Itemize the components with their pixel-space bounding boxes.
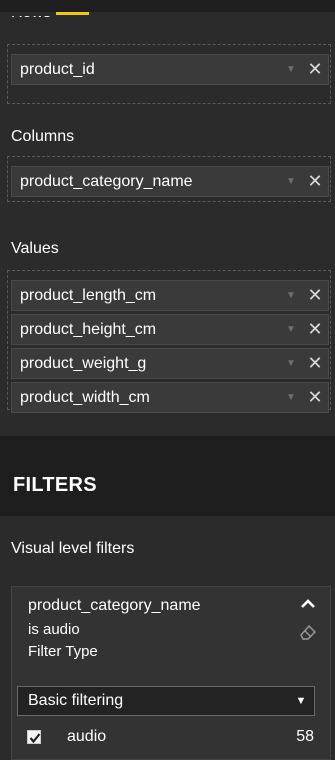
close-icon[interactable]: ✕: [302, 59, 328, 80]
filters-header: FILTERS: [0, 436, 335, 516]
filter-type-select[interactable]: Basic filtering ▼: [17, 686, 315, 716]
columns-field-product-category-name[interactable]: product_category_name ▼ ✕: [11, 166, 329, 197]
filter-field-name: product_category_name: [28, 597, 201, 614]
chevron-down-icon[interactable]: ▼: [280, 64, 302, 75]
chevron-up-icon[interactable]: [300, 597, 316, 611]
close-icon[interactable]: ✕: [302, 387, 328, 408]
close-icon[interactable]: ✕: [302, 319, 328, 340]
values-field-product-width-cm[interactable]: product_width_cm ▼ ✕: [11, 382, 329, 413]
option-count: 58: [296, 728, 314, 745]
values-field-product-weight-g[interactable]: product_weight_g ▼ ✕: [11, 348, 329, 379]
field-name: product_weight_g: [20, 354, 147, 372]
checkbox[interactable]: [27, 730, 41, 744]
filter-summary: is audio: [28, 621, 80, 638]
chevron-down-icon[interactable]: ▼: [280, 176, 302, 187]
values-field-product-length-cm[interactable]: product_length_cm ▼ ✕: [11, 280, 329, 311]
columns-section-label: Columns: [11, 128, 75, 145]
field-name: product_height_cm: [20, 320, 157, 338]
values-section-label: Values: [11, 240, 59, 257]
filter-type-value: Basic filtering: [28, 692, 124, 709]
filters-title: FILTERS: [13, 474, 97, 496]
option-label: audio: [67, 728, 107, 745]
chevron-down-icon[interactable]: ▼: [288, 695, 314, 707]
close-icon[interactable]: ✕: [302, 353, 328, 374]
values-field-product-height-cm[interactable]: product_height_cm ▼ ✕: [11, 314, 329, 345]
visual-level-filters-label: Visual level filters: [11, 540, 135, 557]
field-name: product_category_name: [20, 172, 193, 190]
chevron-down-icon[interactable]: ▼: [280, 290, 302, 301]
filter-type-label: Filter Type: [28, 643, 98, 660]
field-name: product_length_cm: [20, 286, 157, 304]
eraser-icon[interactable]: [298, 623, 318, 641]
pane-top-bar: [0, 0, 335, 12]
chevron-down-icon[interactable]: ▼: [280, 392, 302, 403]
close-icon[interactable]: ✕: [302, 285, 328, 306]
close-icon[interactable]: ✕: [302, 171, 328, 192]
filter-option-audio[interactable]: audio 58: [27, 728, 317, 748]
field-name: product_id: [20, 60, 95, 78]
checkmark-icon: [29, 733, 41, 744]
active-tab-indicator: [56, 12, 89, 15]
chevron-down-icon[interactable]: ▼: [280, 324, 302, 335]
rows-field-product-id[interactable]: product_id ▼ ✕: [11, 54, 329, 85]
field-name: product_width_cm: [20, 388, 150, 406]
chevron-down-icon[interactable]: ▼: [280, 358, 302, 369]
